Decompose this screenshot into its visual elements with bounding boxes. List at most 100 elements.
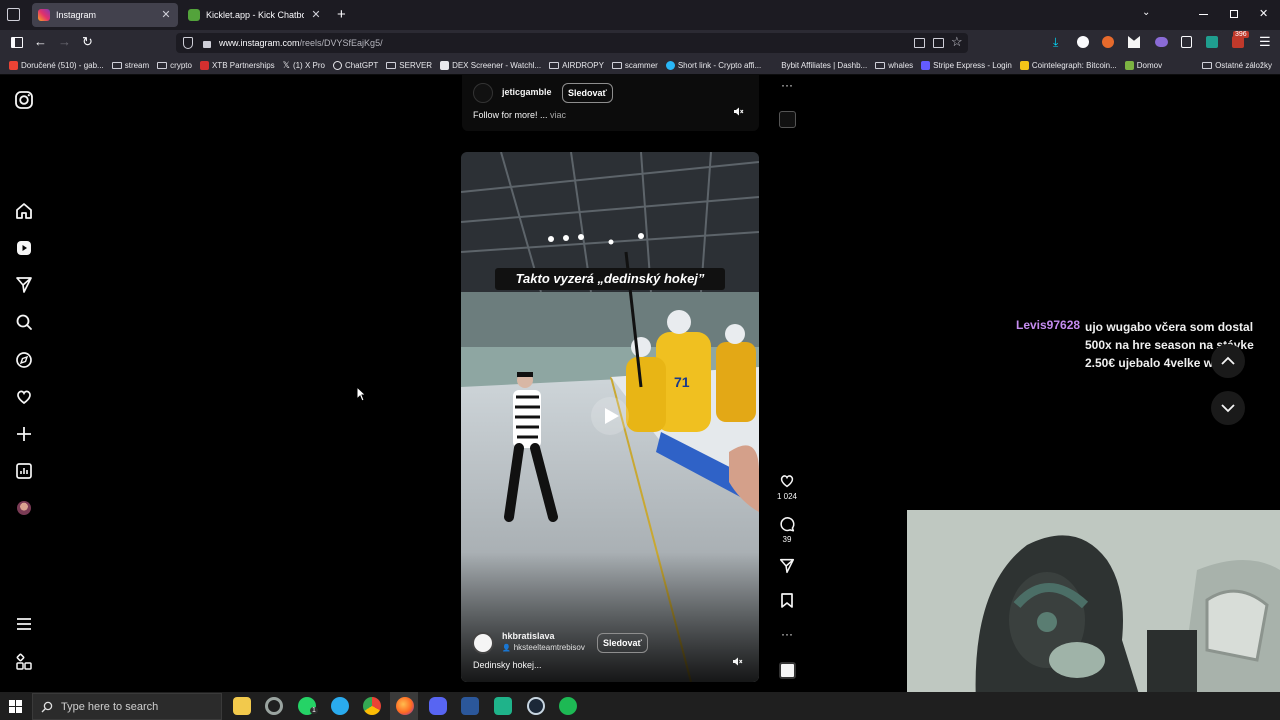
bookmark-item[interactable]: Domov xyxy=(1124,60,1162,70)
windows-start-icon[interactable] xyxy=(9,700,22,713)
bookmark-item[interactable]: XTB Partnerships xyxy=(199,60,275,70)
bookmark-item[interactable]: Bybit Affiliates | Dashb... xyxy=(769,60,867,70)
close-window-icon[interactable]: ✕ xyxy=(1259,7,1268,20)
bookmark-label: Short link - Crypto affi... xyxy=(677,60,762,70)
chevron-up-icon xyxy=(1221,356,1235,365)
previous-reel-more-icon[interactable]: ··· xyxy=(781,78,793,92)
chrome-icon[interactable] xyxy=(363,697,381,715)
messages-icon[interactable] xyxy=(14,275,34,295)
shortlink-icon xyxy=(665,60,675,70)
explore-icon[interactable] xyxy=(14,350,34,370)
telegram-icon[interactable] xyxy=(331,697,349,715)
mute-icon[interactable] xyxy=(732,656,743,667)
bookmark-item[interactable]: Short link - Crypto affi... xyxy=(665,60,762,70)
follow-button[interactable]: Sledovať xyxy=(597,633,648,653)
mute-icon[interactable] xyxy=(733,106,744,117)
settings-app-icon[interactable] xyxy=(265,697,283,715)
extension-purple-icon[interactable] xyxy=(1155,37,1168,47)
previous-reel-audio-thumb[interactable] xyxy=(779,111,796,128)
bookmark-item[interactable]: Stripe Express - Login xyxy=(921,60,1012,70)
bookmark-item[interactable]: Doručené (510) - gab... xyxy=(9,60,104,70)
account-icon[interactable] xyxy=(1077,36,1089,48)
shield-icon[interactable] xyxy=(183,37,193,49)
restore-icon[interactable] xyxy=(1230,10,1238,18)
screenshot-icon[interactable] xyxy=(933,38,944,48)
reel-video[interactable]: 71 Takto vyzerá „dedinský hokej” hkbrati… xyxy=(461,152,759,682)
tab-instagram[interactable]: Instagram ✕ xyxy=(32,3,178,27)
lock-icon[interactable] xyxy=(203,41,211,48)
extension-teal-icon[interactable] xyxy=(1206,36,1218,48)
like-heart-icon[interactable] xyxy=(778,472,796,490)
also-from-meta-icon[interactable] xyxy=(14,652,34,672)
extension-fox-icon[interactable] xyxy=(1102,36,1114,48)
bookmark-folder[interactable]: AIRDROPY xyxy=(549,61,604,70)
chevron-down-icon[interactable]: ⌄ xyxy=(1142,7,1150,18)
steam-icon[interactable] xyxy=(527,697,545,715)
spotify-icon[interactable] xyxy=(559,697,577,715)
extensions-puzzle-icon[interactable] xyxy=(1181,36,1192,48)
menu-icon[interactable]: ☰ xyxy=(1259,34,1271,50)
instagram-logo-icon[interactable] xyxy=(14,90,34,110)
reel-username[interactable]: jeticgamble xyxy=(502,87,552,97)
bookmark-star-icon[interactable]: ☆ xyxy=(951,34,963,50)
folder-icon xyxy=(1202,61,1213,69)
reel-audio-thumb[interactable] xyxy=(779,662,796,679)
reload-icon[interactable]: ↻ xyxy=(82,34,93,50)
obs-icon[interactable] xyxy=(494,697,512,715)
reader-view-icon[interactable] xyxy=(914,38,925,48)
follow-button[interactable]: Sledovať xyxy=(562,83,613,103)
more-menu-icon[interactable] xyxy=(14,614,34,634)
discord-icon[interactable] xyxy=(429,697,447,715)
profile-avatar[interactable] xyxy=(17,501,31,515)
sidebar-toggle-icon[interactable] xyxy=(11,37,23,48)
reel-username[interactable]: hkbratislava xyxy=(502,631,555,641)
url-bar[interactable]: www.instagram.com/reels/DVYSfEajKg5/ ☆ xyxy=(176,33,968,53)
x-icon: 𝕏 xyxy=(282,59,290,70)
reels-icon[interactable] xyxy=(14,238,34,258)
jeticgamble-avatar[interactable] xyxy=(473,83,493,103)
reel-caption[interactable]: Follow for more! ... viac xyxy=(473,110,566,120)
close-tab-icon[interactable]: ✕ xyxy=(160,9,172,21)
firefox-icon[interactable] xyxy=(396,697,414,715)
word-icon[interactable] xyxy=(461,697,479,715)
tab-kicklet[interactable]: Kicklet.app - Kick Chatbot and C ✕ xyxy=(182,3,328,27)
search-icon[interactable] xyxy=(14,312,34,332)
notifications-heart-icon[interactable] xyxy=(14,387,34,407)
play-button-icon[interactable] xyxy=(591,397,629,435)
home-icon[interactable] xyxy=(14,201,34,221)
save-bookmark-icon[interactable] xyxy=(779,592,795,609)
bookmark-folder[interactable]: stream xyxy=(111,61,149,70)
bookmark-item[interactable]: DEX Screener - Watchl... xyxy=(440,60,541,70)
minimize-icon[interactable] xyxy=(1199,14,1208,15)
collab-line[interactable]: 👤 hksteelteamtrebisov xyxy=(502,643,585,652)
folder-icon xyxy=(111,61,122,69)
close-tab-icon[interactable]: ✕ xyxy=(310,9,322,21)
comment-action: 39 xyxy=(770,515,804,544)
previous-reel-button[interactable] xyxy=(1211,344,1245,378)
more-link[interactable]: viac xyxy=(550,110,566,120)
url-text[interactable]: www.instagram.com/reels/DVYSfEajKg5/ xyxy=(219,38,383,48)
bookmark-folder[interactable]: scammer xyxy=(611,61,658,70)
bookmark-item[interactable]: Cointelegraph: Bitcoin... xyxy=(1019,60,1117,70)
hkbratislava-avatar[interactable] xyxy=(472,632,494,654)
bookmark-item[interactable]: 𝕏 (1) X Pro xyxy=(283,60,325,71)
share-icon[interactable] xyxy=(778,557,796,575)
back-icon[interactable]: ← xyxy=(34,34,47,49)
other-bookmarks[interactable]: Ostatné záložky xyxy=(1202,61,1272,70)
taskbar-search[interactable]: Type here to search xyxy=(32,693,222,720)
bookmark-folder[interactable]: crypto xyxy=(157,61,192,70)
create-plus-icon[interactable] xyxy=(14,424,34,444)
bookmark-folder[interactable]: SERVER xyxy=(386,61,432,70)
bookmark-folder[interactable]: whales xyxy=(875,61,913,70)
reel-more-icon[interactable]: ··· xyxy=(781,627,793,641)
next-reel-button[interactable] xyxy=(1211,391,1245,425)
play-triangle-icon xyxy=(605,408,619,424)
comment-icon[interactable] xyxy=(778,515,796,533)
tab-list-icon[interactable] xyxy=(7,8,20,21)
reel-caption[interactable]: Dedinsky hokej... xyxy=(473,660,542,670)
downloads-icon[interactable]: ⤓ xyxy=(1053,35,1058,50)
file-explorer-icon[interactable] xyxy=(233,697,251,715)
bookmark-item[interactable]: ChatGPT xyxy=(332,60,378,70)
dashboard-icon[interactable] xyxy=(14,461,34,481)
new-tab-icon[interactable]: + xyxy=(337,6,346,23)
